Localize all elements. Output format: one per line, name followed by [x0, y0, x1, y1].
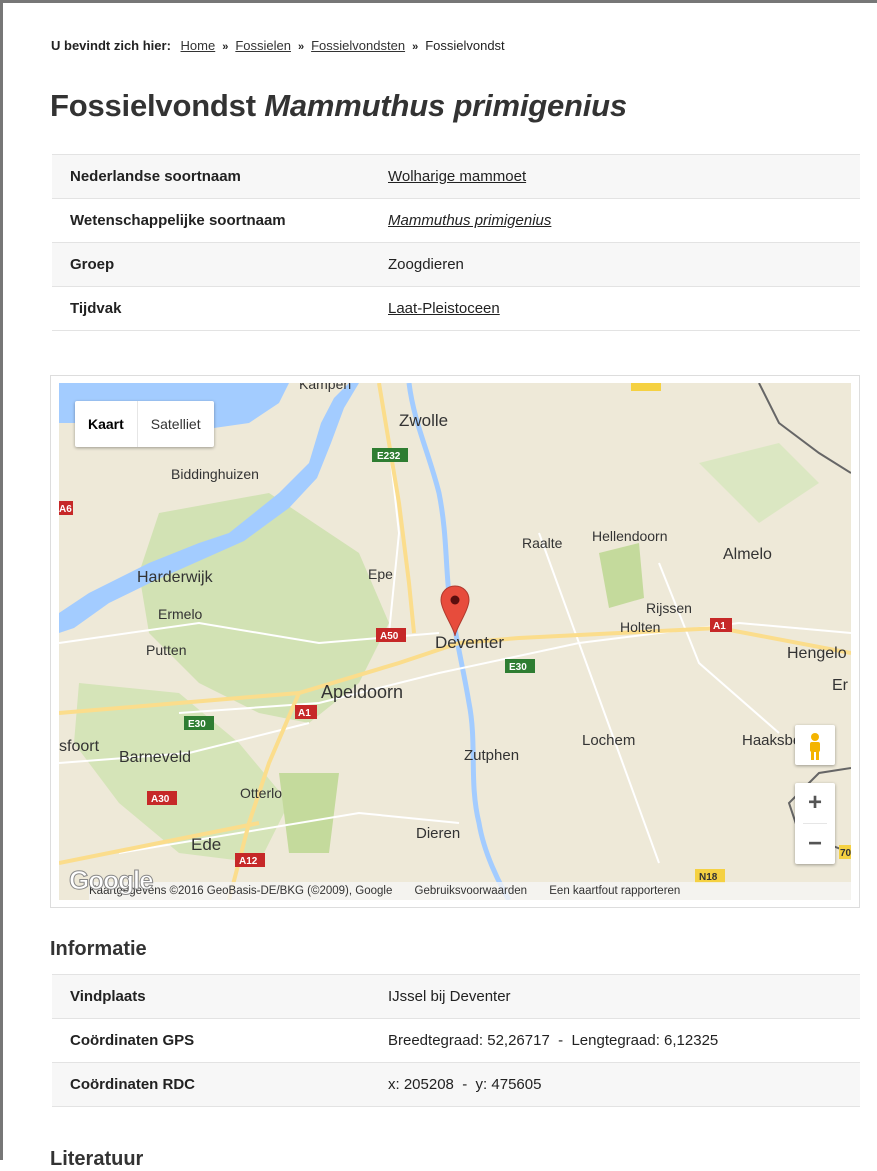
species-table: Nederlandse soortnaam Wolharige mammoet … [52, 154, 860, 331]
map-terms-link[interactable]: Gebruiksvoorwaarden [415, 885, 528, 897]
zoom-out-button[interactable]: − [795, 824, 835, 864]
place-label: Deventer [435, 633, 504, 652]
breadcrumb-separator: » [412, 41, 419, 53]
breadcrumb-current: Fossielvondst [425, 38, 505, 53]
road-shield: A50 [380, 631, 399, 642]
period-label: Tijdvak [52, 286, 370, 331]
place-label: Zutphen [464, 747, 519, 764]
table-row: Tijdvak Laat-Pleistoceen [52, 286, 860, 331]
zoom-in-button[interactable]: + [795, 783, 835, 823]
table-row: Vindplaats IJssel bij Deventer [52, 974, 860, 1019]
gps-value: Breedtegraad: 52,26717 - Lengtegraad: 6,… [370, 1018, 860, 1063]
map-type-satellite-button[interactable]: Satelliet [138, 401, 214, 447]
place-label: sfoort [59, 738, 100, 755]
place-label: Rijssen [646, 600, 692, 616]
table-row: Coördinaten GPS Breedtegraad: 52,26717 -… [52, 1018, 860, 1063]
place-label: Dieren [416, 825, 460, 842]
place-label: Kampen [299, 383, 351, 392]
table-row: Wetenschappelijke soortnaam Mammuthus pr… [52, 198, 860, 243]
place-label: Ermelo [158, 606, 203, 622]
zoom-control: + − [795, 783, 835, 864]
place-label: Raalte [522, 535, 563, 551]
page-title-species: Mammuthus primigenius [264, 88, 627, 123]
page-title-plain: Fossielvondst [50, 88, 256, 123]
forest-area [599, 543, 644, 608]
breadcrumb-fossielvondsten-link[interactable]: Fossielvondsten [311, 38, 405, 53]
information-heading: Informatie [50, 938, 147, 960]
breadcrumb-separator: » [222, 41, 229, 53]
window-border-top [0, 0, 877, 3]
road-shield: E30 [188, 719, 206, 730]
rdc-label: Coördinaten RDC [52, 1062, 370, 1107]
road-shield: 70 [840, 848, 851, 859]
place-label: Holten [620, 619, 660, 635]
page-title: Fossielvondst Mammuthus primigenius [50, 88, 627, 124]
place-label: Epe [368, 566, 393, 582]
map-type-kaart-button[interactable]: Kaart [75, 401, 138, 447]
location-label: Vindplaats [52, 974, 370, 1019]
place-label: Zwolle [399, 411, 448, 430]
road-shield: A1 [713, 621, 726, 632]
period-link[interactable]: Laat-Pleistoceen [388, 300, 500, 317]
window-border-left [0, 0, 3, 1160]
breadcrumb-lead: U bevindt zich hier: [51, 38, 171, 53]
place-label: Hengelo [787, 645, 847, 662]
forest-area [699, 443, 819, 523]
road-shield: A1 [298, 708, 311, 719]
road-shield: A6 [59, 504, 72, 515]
species-dutch-name-link[interactable]: Wolharige mammoet [388, 168, 526, 185]
forest-area [279, 773, 339, 853]
breadcrumb-separator: » [297, 41, 305, 53]
map-report-link[interactable]: Een kaartfout rapporteren [549, 885, 680, 897]
place-label: Putten [146, 642, 186, 658]
gps-label: Coördinaten GPS [52, 1018, 370, 1063]
table-row: Nederlandse soortnaam Wolharige mammoet [52, 154, 860, 199]
road-shield: E30 [509, 662, 527, 673]
road-shield: E232 [377, 451, 401, 462]
map-container: Kampen Zwolle Biddinghuizen Raalte Helle… [50, 375, 860, 908]
street-view-pegman-icon[interactable] [795, 725, 835, 765]
map-attribution-bar: Kaartgegevens ©2016 GeoBasis-DE/BKG (©20… [89, 882, 851, 900]
map[interactable]: Kampen Zwolle Biddinghuizen Raalte Helle… [59, 383, 851, 900]
species-scientific-name-link[interactable]: Mammuthus primigenius [388, 212, 551, 229]
breadcrumb-fossielen-link[interactable]: Fossielen [235, 38, 291, 53]
place-label: Otterlo [240, 785, 282, 801]
place-label: Apeldoorn [321, 682, 403, 702]
place-label: Barneveld [119, 749, 191, 766]
breadcrumb: U bevindt zich hier: Home » Fossielen » Foss… [51, 38, 505, 53]
species-scientific-name-label: Wetenschappelijke soortnaam [52, 198, 370, 243]
breadcrumb-home-link[interactable]: Home [181, 38, 216, 53]
map-type-control: Kaart Satelliet [75, 401, 214, 447]
place-label: Biddinghuizen [171, 466, 259, 482]
place-label: Lochem [582, 732, 635, 749]
table-row: Coördinaten RDC x: 205208 - y: 475605 [52, 1062, 860, 1107]
place-label: Harderwijk [137, 569, 214, 586]
place-label: Er [832, 677, 849, 694]
place-label: Hellendoorn [592, 528, 668, 544]
table-row: Groep Zoogdieren [52, 242, 860, 287]
group-label: Groep [52, 242, 370, 287]
species-dutch-name-label: Nederlandse soortnaam [52, 154, 370, 199]
location-value: IJssel bij Deventer [370, 974, 860, 1019]
google-logo[interactable]: Google [69, 865, 155, 896]
road-shield: A30 [151, 794, 170, 805]
place-label: Ede [191, 835, 221, 854]
rdc-value: x: 205208 - y: 475605 [370, 1062, 860, 1107]
information-table: Vindplaats IJssel bij Deventer Coördinat… [52, 974, 860, 1107]
road-shield: A12 [239, 856, 258, 867]
group-value: Zoogdieren [370, 242, 860, 287]
place-label: Almelo [723, 546, 772, 563]
location-marker [440, 585, 470, 637]
